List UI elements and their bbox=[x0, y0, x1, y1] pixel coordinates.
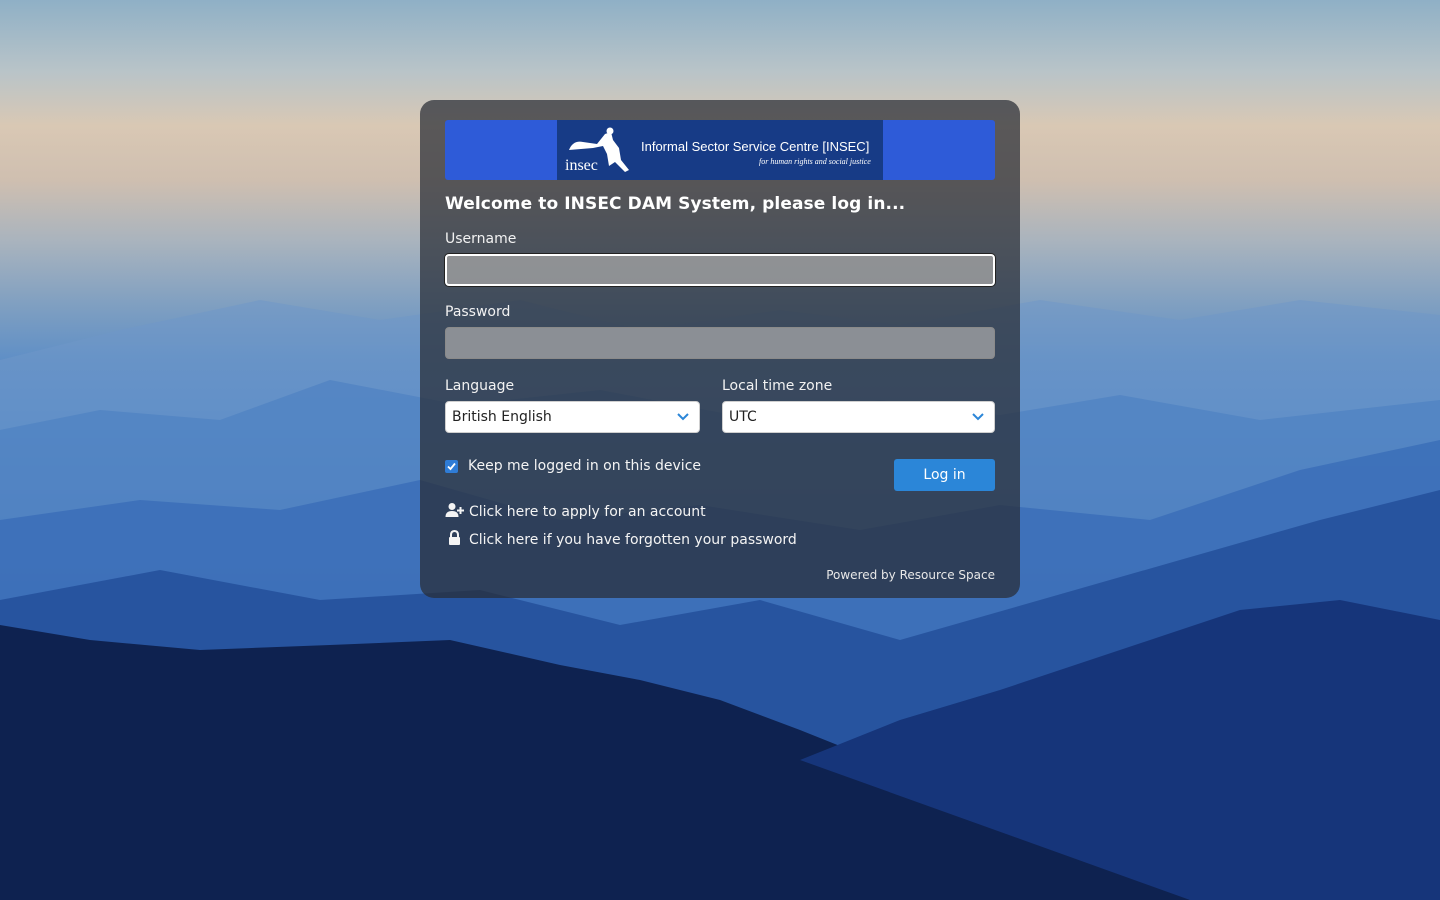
keep-logged-in-label[interactable]: Keep me logged in on this device bbox=[468, 458, 701, 474]
powered-by-text: Powered by Resource Space bbox=[826, 568, 995, 582]
login-button[interactable]: Log in bbox=[894, 459, 995, 491]
forgot-password-link[interactable]: Click here if you have forgotten your pa… bbox=[445, 529, 995, 550]
timezone-group: Local time zone UTC bbox=[722, 377, 995, 433]
header-banner: insec Informal Sector Service Centre [IN… bbox=[445, 120, 995, 180]
login-actions-row: Keep me logged in on this device Log in bbox=[445, 458, 995, 491]
timezone-label: Local time zone bbox=[722, 378, 833, 394]
logo-tagline: for human rights and social justice bbox=[759, 157, 871, 166]
language-group: Language British English bbox=[445, 377, 700, 433]
lock-icon bbox=[445, 529, 469, 550]
chevron-down-icon bbox=[972, 413, 984, 421]
preferences-row: Language British English Local time zone… bbox=[445, 377, 995, 433]
login-panel: insec Informal Sector Service Centre [IN… bbox=[420, 100, 1020, 598]
insec-logo-mark: insec bbox=[565, 127, 629, 174]
apply-account-link[interactable]: Click here to apply for an account bbox=[445, 502, 995, 522]
password-label: Password bbox=[445, 304, 511, 320]
chevron-down-icon bbox=[677, 413, 689, 421]
logo-mark-text: insec bbox=[565, 157, 598, 174]
checkmark-icon bbox=[447, 462, 456, 471]
forgot-password-text[interactable]: Click here if you have forgotten your pa… bbox=[469, 532, 797, 548]
language-selected: British English bbox=[452, 409, 552, 425]
apply-account-text[interactable]: Click here to apply for an account bbox=[469, 504, 706, 520]
user-plus-icon bbox=[445, 502, 469, 522]
timezone-select[interactable]: UTC bbox=[722, 401, 995, 433]
username-input[interactable] bbox=[445, 254, 995, 286]
password-input[interactable] bbox=[445, 327, 995, 359]
insec-logo: insec Informal Sector Service Centre [IN… bbox=[557, 120, 883, 180]
logo-title: Informal Sector Service Centre [INSEC] bbox=[641, 139, 870, 154]
language-label: Language bbox=[445, 378, 515, 394]
welcome-heading: Welcome to INSEC DAM System, please log … bbox=[445, 194, 906, 214]
keep-logged-in-checkbox[interactable] bbox=[445, 460, 458, 473]
timezone-selected: UTC bbox=[729, 409, 757, 425]
language-select[interactable]: British English bbox=[445, 401, 700, 433]
username-label: Username bbox=[445, 231, 517, 247]
